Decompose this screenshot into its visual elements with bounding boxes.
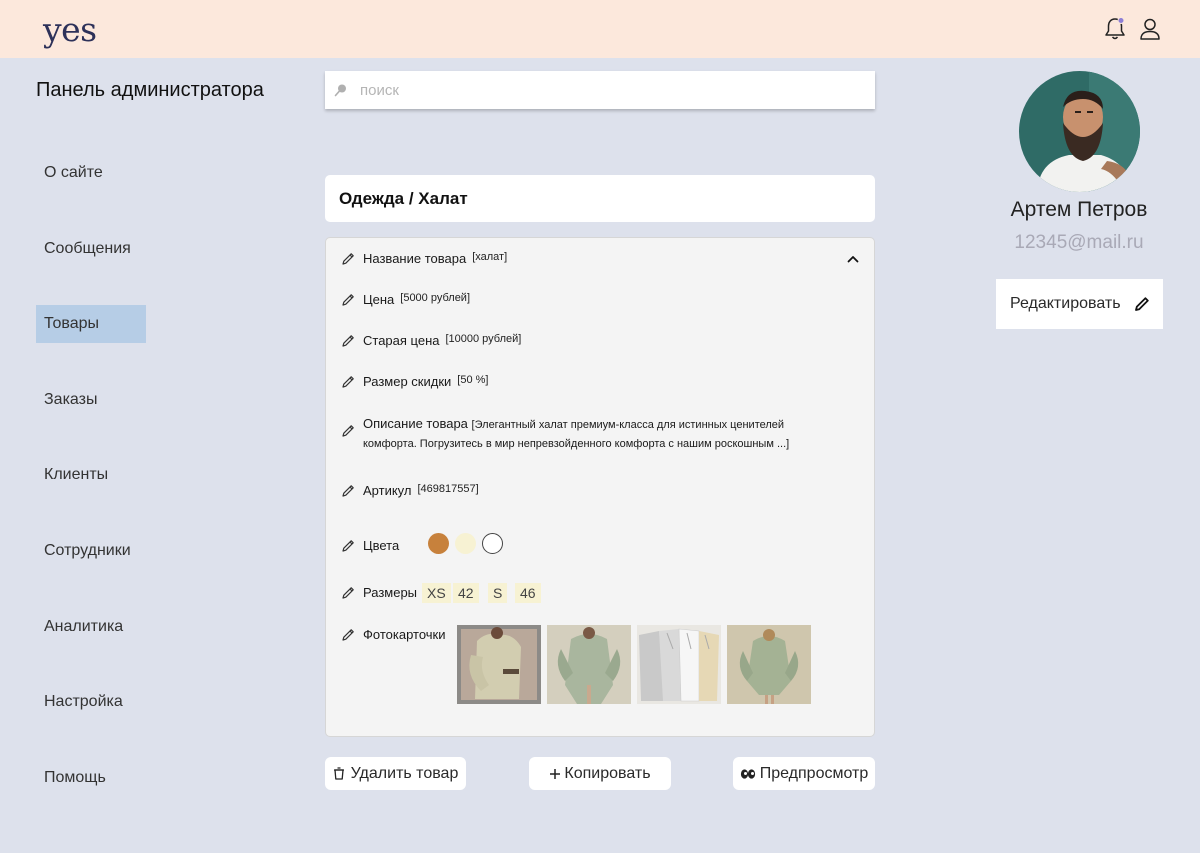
field-value[interactable]: [10000 рублей]	[445, 333, 521, 345]
preview-button[interactable]: Предпросмотр	[733, 757, 875, 790]
size-chip[interactable]: 46	[515, 583, 541, 603]
size-chip[interactable]: XS	[422, 583, 451, 603]
field-label: Старая цена	[363, 333, 440, 348]
field-old-price: Старая цена [10000 рублей]	[340, 333, 521, 349]
plus-icon	[550, 768, 561, 779]
sidebar-item-employees[interactable]: Сотрудники	[36, 532, 146, 570]
delete-product-label: Удалить товар	[350, 764, 459, 782]
pencil-icon[interactable]	[340, 333, 356, 349]
user-email: 12345@mail.ru	[1014, 232, 1144, 253]
trash-icon	[333, 767, 344, 780]
field-colors: Цвета	[340, 538, 399, 554]
description-block: Описание товара [Элегантный халат премиу…	[363, 415, 833, 453]
field-label: Размер скидки	[363, 374, 452, 389]
pencil-icon	[1134, 297, 1149, 311]
eyes-icon	[740, 768, 755, 779]
bell-icon[interactable]	[1102, 16, 1128, 42]
user-name: Артем Петров	[1010, 198, 1148, 221]
product-photo-4[interactable]	[727, 625, 811, 704]
color-swatch-white[interactable]	[482, 533, 503, 554]
edit-profile-button[interactable]: Редактировать	[996, 279, 1163, 329]
pencil-icon[interactable]	[340, 483, 356, 499]
field-description: Описание товара [Элегантный халат премиу…	[340, 415, 833, 453]
field-value[interactable]: [50 %]	[457, 374, 488, 386]
color-swatch-cream[interactable]	[455, 533, 476, 554]
edit-profile-label: Редактировать	[1010, 295, 1121, 312]
field-label: Название товара	[363, 251, 467, 266]
pencil-icon[interactable]	[340, 627, 356, 643]
product-edit-card: Название товара [халат] Цена [5000 рубле…	[325, 237, 875, 737]
size-chip[interactable]: S	[488, 583, 508, 603]
size-chip[interactable]: 42	[453, 583, 479, 603]
pencil-icon[interactable]	[340, 538, 356, 554]
sidebar-item-analytics[interactable]: Аналитика	[36, 608, 146, 646]
pencil-icon[interactable]	[340, 423, 356, 439]
sidebar-item-messages[interactable]: Сообщения	[36, 230, 146, 268]
color-swatch-brown[interactable]	[428, 533, 449, 554]
field-label: Артикул	[363, 483, 412, 498]
field-photos: Фотокарточки	[340, 627, 446, 643]
admin-panel-title: Панель администратора	[36, 79, 264, 101]
field-value[interactable]: [5000 рублей]	[400, 292, 470, 304]
field-label: Фотокарточки	[363, 627, 446, 642]
field-value[interactable]: [халат]	[472, 251, 507, 263]
delete-product-button[interactable]: Удалить товар	[325, 757, 466, 790]
product-photo-2[interactable]	[547, 625, 631, 704]
sidebar-item-help[interactable]: Помощь	[36, 759, 146, 797]
field-label: Цвета	[363, 538, 400, 553]
sidebar-item-about[interactable]: О сайте	[36, 154, 146, 192]
logo[interactable]: yes	[43, 10, 97, 49]
sidebar-item-products[interactable]: Товары	[36, 305, 146, 344]
pencil-icon[interactable]	[340, 585, 356, 601]
field-value[interactable]: [469817557]	[417, 483, 478, 495]
pencil-icon[interactable]	[340, 251, 356, 267]
sidebar-item-clients[interactable]: Клиенты	[36, 456, 146, 494]
field-sizes: Размеры	[340, 585, 417, 601]
breadcrumb: Одежда / Халат	[325, 175, 875, 222]
copy-button[interactable]: Копировать	[529, 757, 671, 790]
field-label: Цена	[363, 292, 395, 307]
field-discount: Размер скидки [50 %]	[340, 374, 488, 390]
field-label: Описание товара	[363, 416, 468, 431]
top-bar: yes	[0, 0, 1200, 58]
preview-label: Предпросмотр	[759, 764, 869, 782]
search-input[interactable]	[360, 81, 840, 99]
chevron-up-icon[interactable]	[846, 252, 860, 266]
sidebar-nav: О сайте Сообщения Товары Заказы Клиенты …	[36, 154, 146, 834]
copy-label: Копировать	[564, 764, 651, 782]
avatar[interactable]	[1019, 71, 1140, 192]
field-label: Размеры	[363, 585, 418, 600]
user-icon[interactable]	[1137, 16, 1163, 42]
search-bar	[325, 71, 875, 109]
product-photo-3[interactable]	[637, 625, 721, 704]
field-name: Название товара [халат]	[340, 251, 507, 267]
sidebar-item-orders[interactable]: Заказы	[36, 381, 146, 419]
pencil-icon[interactable]	[340, 292, 356, 308]
field-price: Цена [5000 рублей]	[340, 292, 470, 308]
sidebar-item-settings[interactable]: Настройка	[36, 683, 146, 721]
field-sku: Артикул [469817557]	[340, 483, 479, 499]
pencil-icon[interactable]	[340, 374, 356, 390]
product-photo-1[interactable]	[457, 625, 541, 704]
search-icon	[334, 84, 346, 97]
